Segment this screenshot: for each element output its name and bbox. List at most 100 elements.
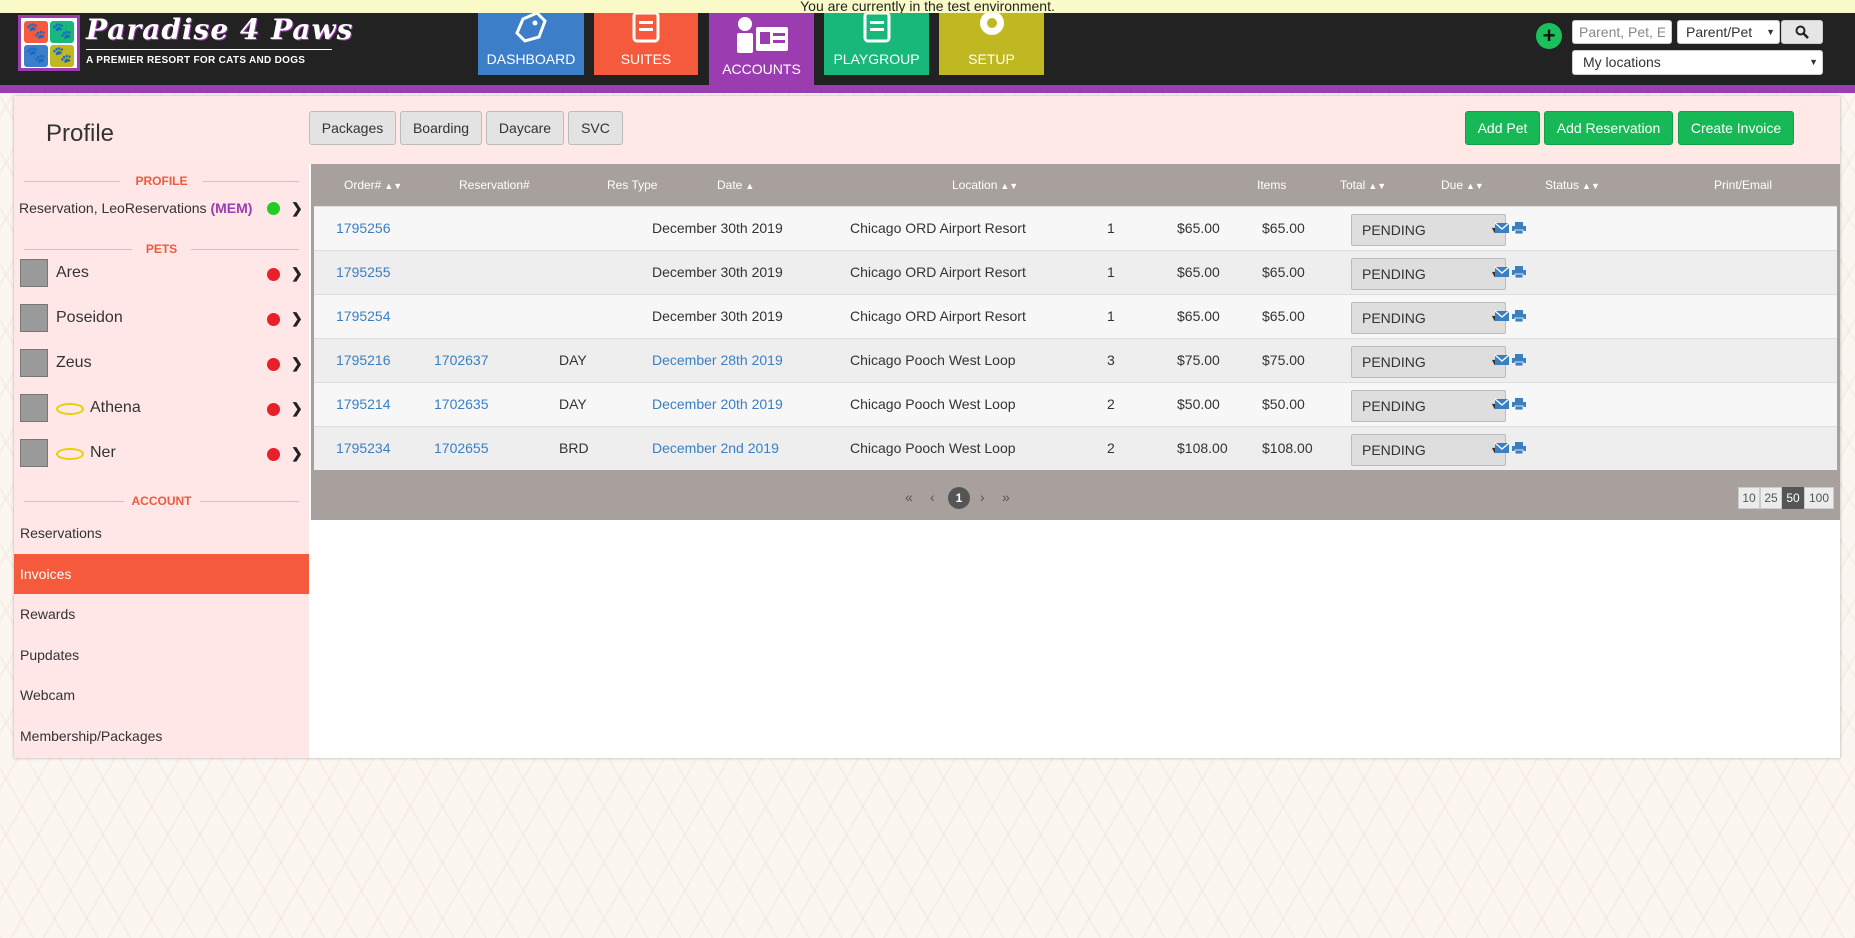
sidebar-item-webcam[interactable]: Webcam — [14, 675, 309, 715]
order-number-link[interactable]: 1795255 — [336, 264, 391, 280]
search-button[interactable] — [1781, 20, 1823, 44]
column-header-date[interactable]: Date ▲ — [717, 178, 754, 192]
status-select[interactable]: PENDING ▼ — [1351, 434, 1506, 466]
order-number-link[interactable]: 1795254 — [336, 308, 391, 324]
top-navbar: 🐾 🐾 🐾 🐾 Paradise 4 Paws A PREMIER RESORT F… — [0, 13, 1855, 85]
sidebar-item-reservations[interactable]: Reservations — [14, 513, 309, 553]
filter-daycare-button[interactable]: Daycare — [486, 111, 564, 145]
profile-row[interactable]: Reservation, LeoReservations (MEM) ❯ — [14, 190, 309, 228]
add-pet-button[interactable]: Add Pet — [1465, 111, 1540, 145]
page-size-10[interactable]: 10 — [1738, 487, 1760, 509]
status-select[interactable]: PENDING ▼ — [1351, 214, 1506, 246]
nav-label-accounts: ACCOUNTS — [722, 61, 801, 77]
status-select[interactable]: PENDING ▼ — [1351, 302, 1506, 334]
prev-page-button[interactable]: ‹ — [930, 489, 935, 505]
sidebar-item-invoices[interactable]: Invoices — [14, 554, 309, 594]
print-icon[interactable] — [1512, 266, 1526, 278]
print-icon[interactable] — [1512, 222, 1526, 234]
pet-name: Ner — [90, 444, 116, 461]
nav-tab-dashboard[interactable]: DASHBOARD — [478, 13, 584, 75]
email-icon[interactable] — [1495, 310, 1509, 322]
column-header-location[interactable]: Location ▲▼ — [952, 178, 1018, 192]
status-dot-red — [267, 313, 280, 326]
last-page-button[interactable]: » — [1002, 489, 1010, 505]
due-cell: $65.00 — [1262, 264, 1305, 280]
order-number-link[interactable]: 1795234 — [336, 440, 391, 456]
print-icon[interactable] — [1512, 354, 1526, 366]
date-cell[interactable]: December 2nd 2019 — [652, 440, 779, 456]
search-input[interactable] — [1572, 20, 1672, 44]
page-size-100[interactable]: 100 — [1804, 487, 1834, 509]
reservation-number-link[interactable]: 1702655 — [434, 440, 489, 456]
date-cell[interactable]: December 20th 2019 — [652, 396, 783, 412]
add-plus-icon[interactable]: + — [1536, 23, 1562, 49]
table-header: Order# ▲▼ Reservation# Res Type Date ▲ Loc… — [311, 164, 1840, 206]
email-icon[interactable] — [1495, 266, 1509, 278]
filter-packages-button[interactable]: Packages — [309, 111, 396, 145]
column-header-order[interactable]: Order# ▲▼ — [344, 178, 402, 192]
nav-tab-suites[interactable]: SUITES — [594, 13, 698, 75]
current-page[interactable]: 1 — [948, 487, 970, 509]
nav-label-playgroup: PLAYGROUP — [833, 51, 920, 67]
status-dot-red — [267, 403, 280, 416]
email-icon[interactable] — [1495, 398, 1509, 410]
create-invoice-button[interactable]: Create Invoice — [1678, 111, 1794, 145]
nav-tab-setup[interactable]: SETUP — [939, 13, 1044, 75]
pet-row-ner[interactable]: Ner ❯ — [14, 434, 309, 472]
status-select[interactable]: PENDING ▼ — [1351, 258, 1506, 290]
email-icon[interactable] — [1495, 442, 1509, 454]
nav-tab-playgroup[interactable]: PLAYGROUP — [824, 13, 929, 75]
email-icon[interactable] — [1495, 354, 1509, 366]
sort-asc-icon: ▲ — [745, 181, 755, 191]
pet-row-poseidon[interactable]: Poseidon ❯ — [14, 299, 309, 337]
pet-row-ares[interactable]: Ares ❯ — [14, 254, 309, 292]
search-type-select[interactable]: Parent/Pet ▼ — [1677, 20, 1780, 44]
date-cell: December 30th 2019 — [652, 220, 783, 236]
status-select[interactable]: PENDING ▼ — [1351, 390, 1506, 422]
logo-title: Paradise 4 Paws — [86, 13, 354, 46]
page-size-25[interactable]: 25 — [1760, 487, 1782, 509]
order-number-link[interactable]: 1795256 — [336, 220, 391, 236]
test-environment-banner: You are currently in the test environmen… — [0, 0, 1855, 13]
column-header-due[interactable]: Due ▲▼ — [1441, 178, 1484, 192]
location-cell: Chicago Pooch West Loop — [850, 396, 1016, 412]
sidebar-item-pupdates[interactable]: Pupdates — [14, 635, 309, 675]
status-select[interactable]: PENDING ▼ — [1351, 346, 1506, 378]
print-icon[interactable] — [1512, 398, 1526, 410]
first-page-button[interactable]: « — [905, 489, 913, 505]
next-page-button[interactable]: › — [980, 489, 985, 505]
reservation-number-link[interactable]: 1702635 — [434, 396, 489, 412]
email-icon[interactable] — [1495, 222, 1509, 234]
pet-row-zeus[interactable]: Zeus ❯ — [14, 344, 309, 382]
order-number-link[interactable]: 1795214 — [336, 396, 391, 412]
print-icon[interactable] — [1512, 442, 1526, 454]
sidebar-item-membership-packages[interactable]: Membership/Packages — [14, 716, 309, 756]
filter-boarding-button[interactable]: Boarding — [400, 111, 482, 145]
main-panel: Profile Packages Boarding Daycare SVC Ad… — [14, 96, 1840, 758]
location-cell: Chicago ORD Airport Resort — [850, 220, 1026, 236]
chevron-right-icon[interactable]: ❯ — [291, 310, 303, 327]
column-header-total[interactable]: Total ▲▼ — [1340, 178, 1386, 192]
pet-row-athena[interactable]: Athena ❯ — [14, 389, 309, 427]
sidebar-item-rewards[interactable]: Rewards — [14, 594, 309, 634]
print-icon[interactable] — [1512, 310, 1526, 322]
reservation-number-link[interactable]: 1702637 — [434, 352, 489, 368]
nav-tab-accounts[interactable]: ACCOUNTS — [709, 13, 814, 85]
pet-name: Poseidon — [56, 309, 123, 326]
chevron-down-icon: ▼ — [1766, 27, 1775, 37]
filter-svc-button[interactable]: SVC — [568, 111, 623, 145]
chevron-right-icon[interactable]: ❯ — [291, 265, 303, 282]
chevron-right-icon[interactable]: ❯ — [291, 445, 303, 462]
total-cell: $50.00 — [1177, 396, 1220, 412]
chevron-right-icon[interactable]: ❯ — [291, 200, 303, 217]
add-reservation-button[interactable]: Add Reservation — [1544, 111, 1673, 145]
logo[interactable]: 🐾 🐾 🐾 🐾 Paradise 4 Paws A PREMIER RESORT F… — [18, 13, 352, 75]
order-number-link[interactable]: 1795216 — [336, 352, 391, 368]
chevron-down-icon: ▼ — [1809, 57, 1818, 67]
chevron-right-icon[interactable]: ❯ — [291, 400, 303, 417]
location-select[interactable]: My locations ▼ — [1572, 50, 1823, 75]
date-cell[interactable]: December 28th 2019 — [652, 352, 783, 368]
column-header-status[interactable]: Status ▲▼ — [1545, 178, 1600, 192]
chevron-right-icon[interactable]: ❯ — [291, 355, 303, 372]
page-size-50[interactable]: 50 — [1782, 487, 1804, 509]
